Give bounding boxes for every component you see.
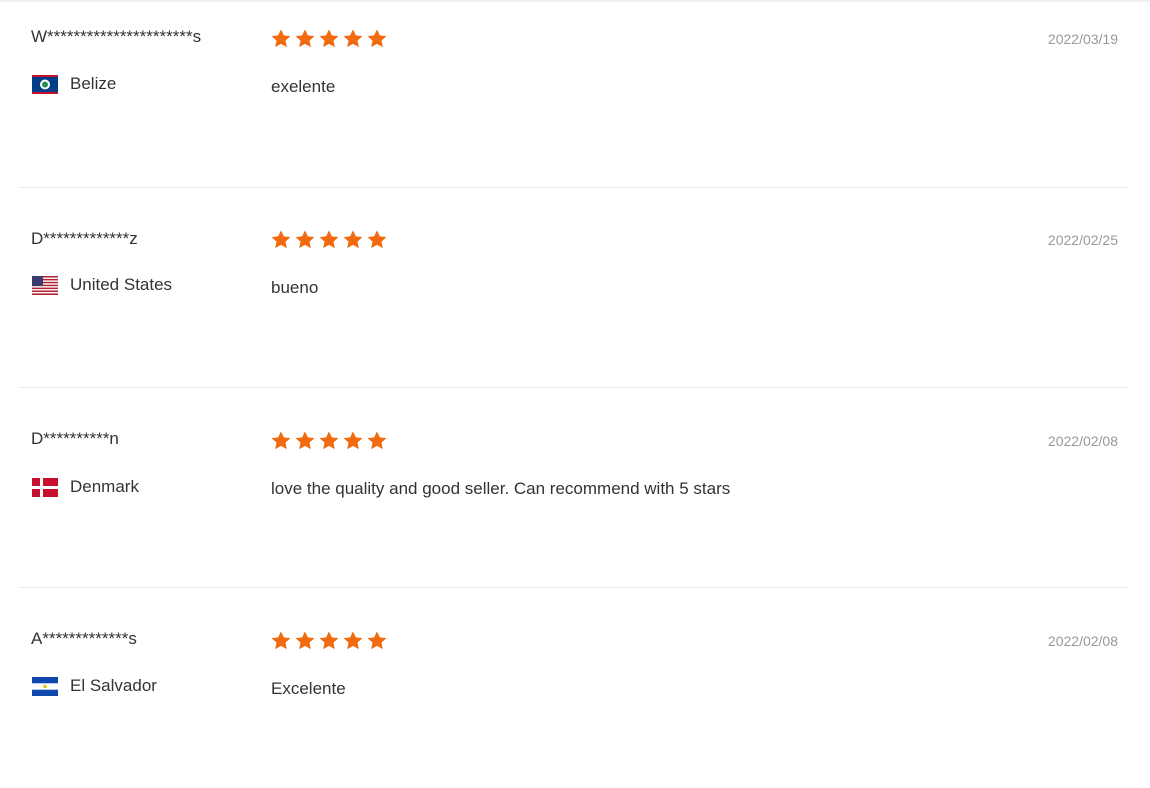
reviewer-name: W**********************s: [31, 27, 202, 46]
star-icon: [271, 29, 291, 48]
star-icon: [343, 431, 363, 450]
reviewer-country: El Salvador: [32, 676, 157, 696]
review-comment: exelente: [271, 77, 336, 96]
denmark-flag-icon: [32, 477, 58, 497]
review-comment: bueno: [271, 278, 319, 297]
el-salvador-flag-icon: [32, 676, 58, 696]
rating-stars: [270, 430, 388, 452]
reviewer-country: Denmark: [32, 477, 139, 497]
star-icon: [295, 29, 315, 48]
star-icon: [367, 631, 387, 650]
review-item: D*************z 2022/02/25 United States: [19, 188, 1129, 388]
review-date: 2022/02/08: [1047, 433, 1118, 449]
reviewer-country: Belize: [32, 74, 116, 94]
star-icon: [367, 29, 387, 48]
star-icon: [319, 230, 339, 249]
rating-stars: [270, 229, 388, 251]
reviewer-country: United States: [32, 275, 172, 295]
country-name: Belize: [70, 74, 117, 93]
star-icon: [295, 631, 315, 650]
star-icon: [271, 631, 291, 650]
country-name: Denmark: [70, 477, 139, 496]
review-comment: love the quality and good seller. Can re…: [271, 479, 731, 498]
usa-flag-icon: [32, 275, 58, 295]
review-date: 2022/02/08: [1047, 633, 1118, 649]
review-comment: Excelente: [271, 679, 346, 698]
star-icon: [271, 431, 291, 450]
rating-stars: [270, 28, 388, 50]
star-icon: [319, 631, 339, 650]
review-item: A*************s 2022/02/08 El Salvador E…: [19, 588, 1129, 788]
review-date: 2022/02/25: [1047, 232, 1118, 248]
reviewer-name: D*************z: [31, 229, 138, 248]
review-item: D**********n 2022/02/08 Denmark love the…: [19, 388, 1129, 588]
star-icon: [319, 29, 339, 48]
reviewer-name: A*************s: [31, 629, 137, 648]
review-list: W**********************s 2022/03/19 Beli…: [19, 0, 1129, 788]
star-icon: [367, 230, 387, 249]
review-date: 2022/03/19: [1047, 31, 1118, 47]
country-name: El Salvador: [70, 676, 157, 695]
star-icon: [295, 431, 315, 450]
star-icon: [343, 631, 363, 650]
star-icon: [271, 230, 291, 249]
star-icon: [367, 431, 387, 450]
country-name: United States: [70, 275, 173, 294]
star-icon: [343, 230, 363, 249]
reviewer-name: D**********n: [31, 429, 119, 448]
rating-stars: [270, 630, 388, 652]
star-icon: [319, 431, 339, 450]
review-item: W**********************s 2022/03/19 Beli…: [19, 0, 1129, 188]
belize-flag-icon: [32, 74, 58, 94]
star-icon: [343, 29, 363, 48]
star-icon: [295, 230, 315, 249]
